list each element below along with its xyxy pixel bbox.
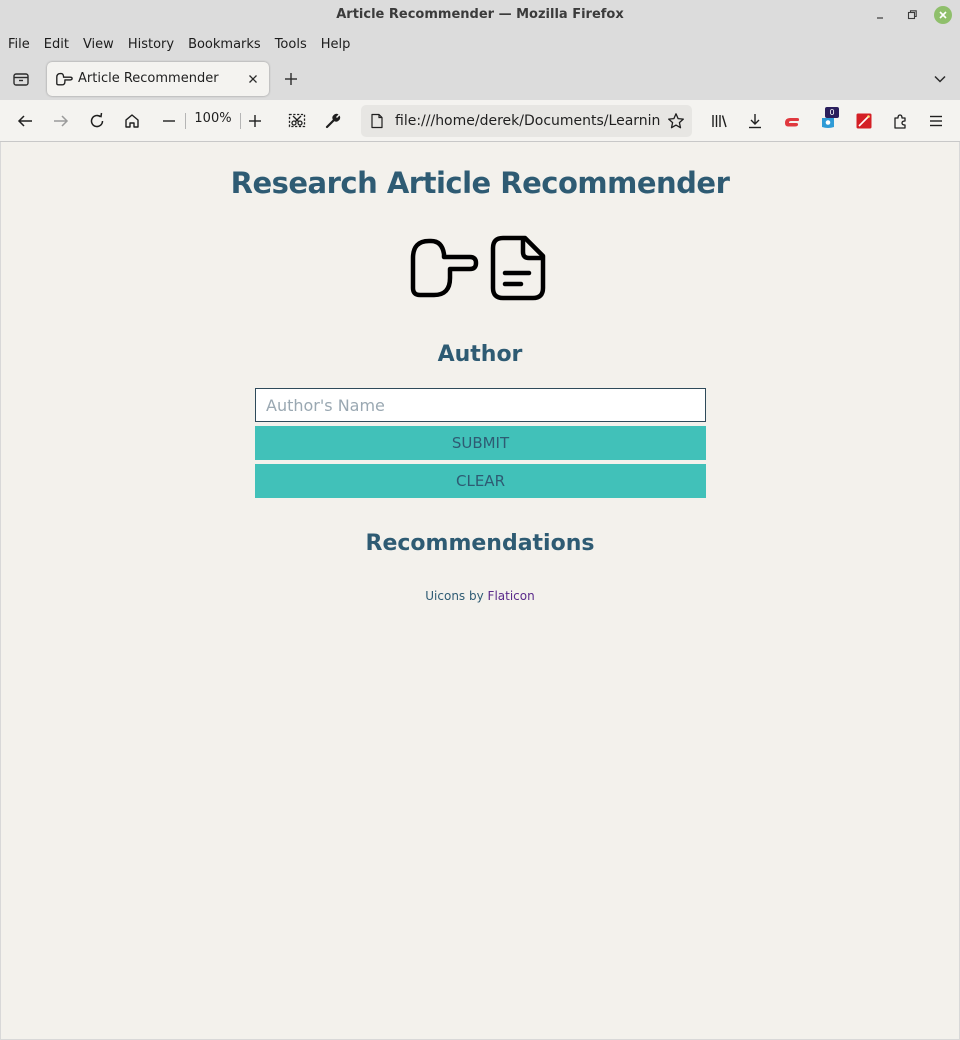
extension-icon <box>785 118 800 127</box>
flaticon-link[interactable]: Flaticon <box>488 589 535 603</box>
extensions-button[interactable] <box>888 109 912 133</box>
close-icon <box>249 75 257 83</box>
maximize-button[interactable] <box>903 6 921 24</box>
recommendations-heading: Recommendations <box>365 531 595 556</box>
page-icon <box>371 113 383 129</box>
menu-icon <box>930 115 942 127</box>
home-button[interactable] <box>120 109 144 133</box>
library-icon <box>712 115 727 128</box>
separator <box>240 113 241 129</box>
extension-icon <box>894 114 906 129</box>
back-icon <box>17 115 32 127</box>
author-heading: Author <box>437 342 523 367</box>
url-text[interactable]: file:///home/derek/Documents/Learning/L <box>395 113 661 129</box>
clear-button[interactable]: CLEAR <box>255 464 706 498</box>
submit-button[interactable]: SUBMIT <box>255 426 706 460</box>
back-button[interactable] <box>13 109 37 133</box>
minimize-button[interactable] <box>871 6 889 24</box>
tab-strip: Article Recommender <box>0 58 960 100</box>
screenshot-icon <box>288 113 306 128</box>
url-bar[interactable]: file:///home/derek/Documents/Learning/L <box>361 105 692 137</box>
chevron-down-icon <box>934 75 946 83</box>
credit-prefix: Uicons by <box>425 589 484 603</box>
app-menu-button[interactable] <box>924 109 948 133</box>
zoom-out-button[interactable] <box>157 109 181 133</box>
library-button[interactable] <box>707 109 731 133</box>
list-all-tabs-icon <box>13 73 29 86</box>
menu-history[interactable]: History <box>128 37 174 52</box>
plus-icon <box>285 73 297 85</box>
forward-icon <box>54 115 69 127</box>
icon-credit: Uicons by Flaticon <box>1 589 959 603</box>
tab-article-recommender[interactable]: Article Recommender <box>47 62 269 96</box>
close-icon <box>939 11 947 19</box>
forward-button[interactable] <box>49 109 73 133</box>
devtools-button[interactable] <box>321 109 345 133</box>
menu-view[interactable]: View <box>83 37 114 52</box>
reload-button[interactable] <box>85 109 109 133</box>
extension-wand-button[interactable] <box>852 109 876 133</box>
zoom-out-icon <box>163 120 175 122</box>
menu-file[interactable]: File <box>8 37 30 52</box>
restore-icon <box>907 10 917 20</box>
menu-tools[interactable]: Tools <box>275 37 307 52</box>
close-tab-button[interactable] <box>245 71 261 87</box>
menu-bookmarks[interactable]: Bookmarks <box>188 37 261 52</box>
home-icon <box>125 114 139 128</box>
document-icon <box>490 235 546 301</box>
navigation-toolbar: 100% file:///home/derek/Documents/Learni… <box>0 100 960 142</box>
star-icon <box>668 113 684 129</box>
hero-icons <box>409 234 549 302</box>
window-titlebar: Article Recommender — Mozilla Firefox <box>0 0 960 30</box>
author-name-input[interactable] <box>255 388 706 422</box>
wrench-icon <box>325 113 341 129</box>
downloads-button[interactable] <box>743 109 767 133</box>
list-all-tabs-button[interactable] <box>10 68 32 90</box>
screenshot-button[interactable] <box>285 109 309 133</box>
download-icon <box>749 114 761 129</box>
page-content: Research Article Recommender Author SUBM… <box>1 142 959 1039</box>
zoom-level[interactable]: 100% <box>186 111 240 126</box>
tabs-dropdown-button[interactable] <box>930 69 950 89</box>
zoom-in-button[interactable] <box>243 109 267 133</box>
menu-bar: File Edit View History Bookmarks Tools H… <box>0 30 960 58</box>
window-title: Article Recommender — Mozilla Firefox <box>336 7 624 22</box>
extension-red-button[interactable] <box>780 109 804 133</box>
extension-icon <box>856 113 872 129</box>
menu-edit[interactable]: Edit <box>44 37 69 52</box>
hand-pointing-icon <box>56 72 73 86</box>
zoom-in-icon <box>249 115 261 127</box>
menu-help[interactable]: Help <box>321 37 351 52</box>
bookmark-star-button[interactable] <box>667 112 685 130</box>
tab-title: Article Recommender <box>78 71 219 86</box>
new-tab-button[interactable] <box>281 69 301 89</box>
reload-icon <box>90 112 104 128</box>
page-title: Research Article Recommender <box>230 166 730 200</box>
extension-badge: 0 <box>825 107 839 118</box>
close-window-button[interactable] <box>934 6 952 24</box>
minimize-icon <box>877 17 883 19</box>
